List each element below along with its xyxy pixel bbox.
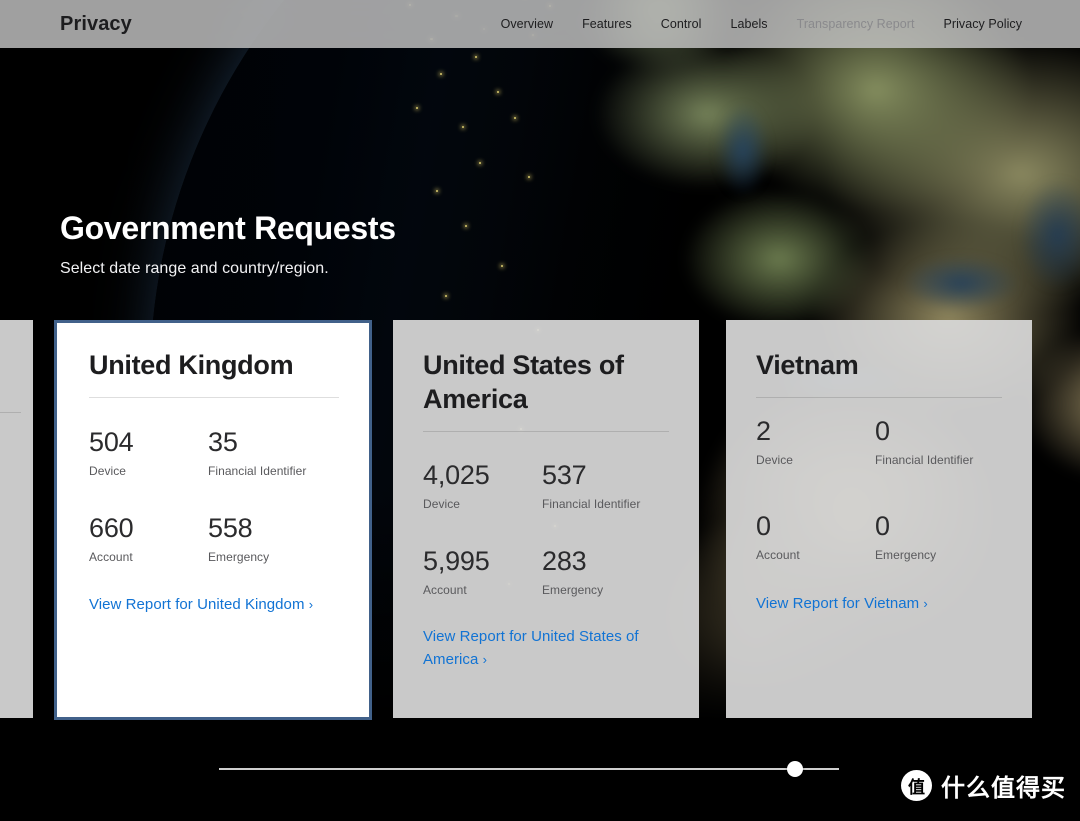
nav-link-features[interactable]: Features: [582, 17, 632, 31]
stat-device: 504 Device: [89, 427, 208, 479]
stat-row: 0 Account 0 Emergency: [756, 511, 1002, 563]
page-subtitle: Select date range and country/region.: [60, 260, 329, 278]
stat-label: Account: [423, 583, 467, 598]
slider-thumb[interactable]: [786, 761, 803, 777]
card-divider: [0, 412, 21, 413]
view-report-link-label: View Report for Vietnam: [756, 595, 920, 613]
stat-label: Account: [89, 550, 133, 565]
nav-link-labels[interactable]: Labels: [730, 17, 767, 31]
card-country-name: United Kingdom: [89, 350, 294, 380]
stat-label: Financial Identifier: [542, 497, 641, 512]
nav-link-overview[interactable]: Overview: [501, 17, 554, 31]
primary-nav: Overview Features Control Labels Transpa…: [501, 17, 1022, 31]
country-card-carousel[interactable]: United Kingdom 504 Device 35 Financial I…: [0, 320, 1080, 722]
view-report-link-label: View Report for United Kingdom: [89, 596, 305, 614]
stat-row: 5,995 Account 283 Emergency: [423, 546, 669, 598]
card-stats: 2 Device 0 Financial Identifier 0 Accoun…: [756, 416, 1002, 563]
stat-label: Account: [756, 548, 800, 563]
stat-row: 504 Device 35 Financial Identifier: [89, 427, 339, 479]
stat-value: 2: [756, 416, 771, 447]
page-stage: Privacy Overview Features Control Labels…: [0, 0, 1080, 821]
stat-financial-identifier: 35 Financial Identifier: [208, 427, 307, 479]
view-report-link[interactable]: View Report for United Kingdom ›: [89, 593, 339, 616]
card-divider: [423, 431, 669, 433]
brand-title: Privacy: [60, 12, 132, 35]
chevron-right-icon: ›: [482, 652, 487, 668]
stat-account: 0 Account: [756, 511, 875, 563]
stat-value: 0: [875, 511, 890, 542]
stat-value: 283: [542, 546, 587, 577]
country-card-vietnam[interactable]: Vietnam 2 Device 0 Financial Identifier …: [726, 320, 1032, 718]
stat-financial-identifier: 0 Financial Identifier: [875, 416, 974, 468]
stat-account: 5,995 Account: [423, 546, 542, 598]
card-stats: 4,025 Device 537 Financial Identifier 5,…: [423, 460, 669, 598]
stat-value: 537: [542, 460, 587, 491]
nav-link-control[interactable]: Control: [661, 17, 702, 31]
view-report-link[interactable]: View Report for Vietnam ›: [756, 592, 1002, 615]
chevron-right-icon: ›: [923, 596, 928, 612]
stat-value: 0: [875, 416, 890, 447]
slider-track[interactable]: [219, 768, 839, 770]
carousel-slider[interactable]: [219, 761, 839, 777]
card-country-name: United States of America: [423, 350, 624, 415]
watermark: 值 什么值得买: [901, 768, 1066, 803]
watermark-text: 什么值得买: [941, 774, 1066, 802]
chevron-right-icon: ›: [308, 597, 314, 613]
stat-label: Emergency: [542, 583, 604, 598]
card-divider: [756, 397, 1002, 399]
stat-value: 5,995: [423, 546, 490, 577]
stat-emergency: 558 Emergency: [208, 513, 270, 565]
stat-financial-identifier: 537 Financial Identifier: [542, 460, 641, 512]
country-card-united-states-of-america[interactable]: United States of America 4,025 Device 53…: [393, 320, 699, 718]
stat-label: Emergency: [208, 550, 270, 565]
view-report-link[interactable]: View Report for United States of America…: [423, 625, 669, 672]
nav-link-privacy-policy[interactable]: Privacy Policy: [944, 17, 1023, 31]
stat-row: 4,025 Device 537 Financial Identifier: [423, 460, 669, 512]
stat-label: Financial Identifier: [208, 464, 307, 479]
stat-value: 558: [208, 513, 253, 544]
country-card-partial-previous[interactable]: [0, 320, 33, 718]
stat-row: 2 Device 0 Financial Identifier: [756, 416, 1002, 468]
stat-label: Device: [756, 453, 793, 468]
stat-label: Emergency: [875, 548, 937, 563]
stat-device: 2 Device: [756, 416, 875, 468]
top-navigation-bar: Privacy Overview Features Control Labels…: [0, 0, 1080, 48]
watermark-badge-icon: 值: [901, 770, 932, 801]
stat-account: 660 Account: [89, 513, 208, 565]
stat-value: 660: [89, 513, 134, 544]
nav-link-transparency-report[interactable]: Transparency Report: [797, 17, 915, 31]
card-stats: 504 Device 35 Financial Identifier 660 A…: [89, 427, 339, 565]
card-country-name: Vietnam: [756, 350, 859, 380]
view-report-link-label: View Report for United States of America: [423, 628, 639, 669]
stat-row: 660 Account 558 Emergency: [89, 513, 339, 565]
stat-emergency: 0 Emergency: [875, 511, 937, 563]
stat-emergency: 283 Emergency: [542, 546, 604, 598]
stat-value: 0: [756, 511, 771, 542]
stat-value: 4,025: [423, 460, 490, 491]
stat-value: 504: [89, 427, 134, 458]
page-title: Government Requests: [60, 210, 396, 246]
stat-label: Device: [423, 497, 460, 512]
stat-label: Device: [89, 464, 126, 479]
card-divider: [89, 397, 339, 399]
stat-label: Financial Identifier: [875, 453, 974, 468]
stat-value: 35: [208, 427, 238, 458]
stat-device: 4,025 Device: [423, 460, 542, 512]
country-card-united-kingdom[interactable]: United Kingdom 504 Device 35 Financial I…: [54, 320, 372, 720]
hero-section: Government Requests Select date range an…: [60, 210, 396, 278]
